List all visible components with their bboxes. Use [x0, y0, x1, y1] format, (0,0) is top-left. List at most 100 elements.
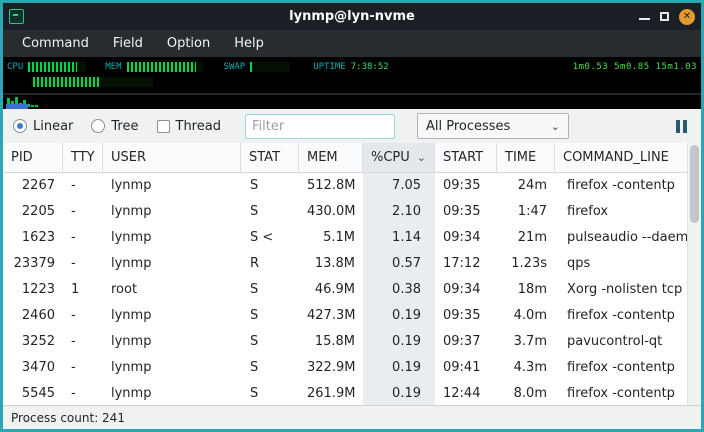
table-row[interactable]: 2267 - lynmp S 512.8M 7.05 09:35 24m fir… [3, 173, 687, 199]
linear-radio[interactable]: Linear [13, 119, 73, 134]
cell-cpu: 0.38 [363, 277, 435, 303]
cell-user: lynmp [103, 355, 241, 381]
thread-checkbox[interactable]: Thread [157, 119, 221, 134]
menu-option[interactable]: Option [156, 33, 221, 54]
cell-command: pavucontrol-qt [555, 329, 687, 355]
cell-command: firefox [555, 199, 687, 225]
cpu-history-strip [3, 95, 701, 109]
swap-label: SWAP [224, 62, 246, 72]
header-mem[interactable]: MEM [299, 143, 363, 172]
menu-command[interactable]: Command [11, 33, 100, 54]
process-filter-value: All Processes [426, 119, 510, 134]
cell-mem: 5.1M [299, 225, 363, 251]
menu-field[interactable]: Field [102, 33, 154, 54]
cell-user: lynmp [103, 225, 241, 251]
table-row[interactable]: 2460 - lynmp S 427.3M 0.19 09:35 4.0m fi… [3, 303, 687, 329]
cell-cpu: 0.19 [363, 303, 435, 329]
uptime-label: UPTIME [313, 62, 346, 72]
cell-time: 18m [497, 277, 555, 303]
cell-pid: 23379 [3, 251, 63, 277]
thread-checkbox-box [157, 120, 170, 133]
header-cpu[interactable]: %CPU ⌄ [363, 143, 435, 172]
cell-cpu: 0.57 [363, 251, 435, 277]
cell-command: Xorg -nolisten tcp [555, 277, 687, 303]
cell-time: 1:47 [497, 199, 555, 225]
cell-mem: 427.3M [299, 303, 363, 329]
table-row[interactable]: 5545 - lynmp S 261.9M 0.19 12:44 8.0m fi… [3, 381, 687, 405]
cell-stat: S [241, 355, 299, 381]
tree-radio-circle [91, 119, 105, 133]
cell-user: lynmp [103, 173, 241, 199]
cell-cpu: 0.19 [363, 355, 435, 381]
cell-pid: 2205 [3, 199, 63, 225]
header-cpu-label: %CPU [371, 150, 410, 165]
process-filter-select[interactable]: All Processes ⌄ [417, 113, 569, 139]
filter-input[interactable] [245, 114, 395, 139]
vertical-scrollbar[interactable] [687, 143, 701, 405]
cell-stat: S [241, 173, 299, 199]
load-average: 1m0.53 5m0.85 15m1.03 [573, 62, 697, 72]
cell-mem: 15.8M [299, 329, 363, 355]
table-row[interactable]: 2205 - lynmp S 430.0M 2.10 09:35 1:47 fi… [3, 199, 687, 225]
chevron-down-icon: ⌄ [551, 120, 560, 133]
header-stat[interactable]: STAT [241, 143, 299, 172]
cell-command: pulseaudio --daem [555, 225, 687, 251]
header-start[interactable]: START [435, 143, 497, 172]
cell-mem: 430.0M [299, 199, 363, 225]
minimize-button[interactable] [639, 11, 650, 22]
cell-time: 21m [497, 225, 555, 251]
table-row[interactable]: 23379 - lynmp R 13.8M 0.57 17:12 1.23s q… [3, 251, 687, 277]
cpu-meter [28, 62, 86, 72]
cell-start: 09:34 [435, 277, 497, 303]
cell-start: 09:41 [435, 355, 497, 381]
table-row[interactable]: 3470 - lynmp S 322.9M 0.19 09:41 4.3m fi… [3, 355, 687, 381]
mem-meter [127, 62, 203, 72]
header-user[interactable]: USER [103, 143, 241, 172]
header-command-line[interactable]: COMMAND_LINE [555, 143, 687, 172]
cell-user: lynmp [103, 199, 241, 225]
cell-tty: - [63, 173, 103, 199]
cell-tty: - [63, 329, 103, 355]
header-time[interactable]: TIME [497, 143, 555, 172]
cell-time: 1.23s [497, 251, 555, 277]
cell-command: firefox -contentp [555, 381, 687, 405]
tree-radio-label: Tree [111, 119, 138, 134]
tree-radio[interactable]: Tree [91, 119, 138, 134]
process-table: PID TTY USER STAT MEM %CPU ⌄ START TIME … [3, 143, 701, 405]
uptime-value: 7:38:52 [351, 62, 389, 72]
header-pid[interactable]: PID [3, 143, 63, 172]
cell-start: 12:44 [435, 381, 497, 405]
table-row[interactable]: 1223 1 root S 46.9M 0.38 09:34 18m Xorg … [3, 277, 687, 303]
restore-button[interactable] [660, 12, 669, 21]
linear-radio-label: Linear [33, 119, 73, 134]
cell-cpu: 2.10 [363, 199, 435, 225]
cell-command: qps [555, 251, 687, 277]
cell-stat: S [241, 303, 299, 329]
scrollbar-thumb[interactable] [690, 145, 699, 223]
cell-time: 24m [497, 173, 555, 199]
cell-tty: - [63, 303, 103, 329]
thread-checkbox-label: Thread [176, 119, 221, 134]
process-count: Process count: 241 [11, 411, 125, 425]
menu-help[interactable]: Help [223, 33, 275, 54]
header-tty[interactable]: TTY [63, 143, 103, 172]
cell-tty: - [63, 225, 103, 251]
cell-pid: 3252 [3, 329, 63, 355]
cell-time: 8.0m [497, 381, 555, 405]
app-icon [9, 9, 24, 24]
table-row[interactable]: 1623 - lynmp S < 5.1M 1.14 09:34 21m pul… [3, 225, 687, 251]
window-title: lynmp@lyn-nvme [3, 9, 701, 24]
close-button[interactable]: ✕ [679, 9, 695, 25]
cell-mem: 322.9M [299, 355, 363, 381]
pause-button[interactable] [672, 116, 691, 137]
graph-tab-indicator[interactable] [6, 104, 28, 109]
sort-desc-icon: ⌄ [413, 151, 426, 164]
cell-time: 3.7m [497, 329, 555, 355]
cell-cpu: 0.19 [363, 329, 435, 355]
table-row[interactable]: 3252 - lynmp S 15.8M 0.19 09:37 3.7m pav… [3, 329, 687, 355]
table-header-row: PID TTY USER STAT MEM %CPU ⌄ START TIME … [3, 143, 687, 173]
toolbar: Linear Tree Thread All Processes ⌄ [3, 109, 701, 143]
cell-start: 09:35 [435, 173, 497, 199]
table-body: 2267 - lynmp S 512.8M 7.05 09:35 24m fir… [3, 173, 687, 405]
cell-tty: - [63, 251, 103, 277]
